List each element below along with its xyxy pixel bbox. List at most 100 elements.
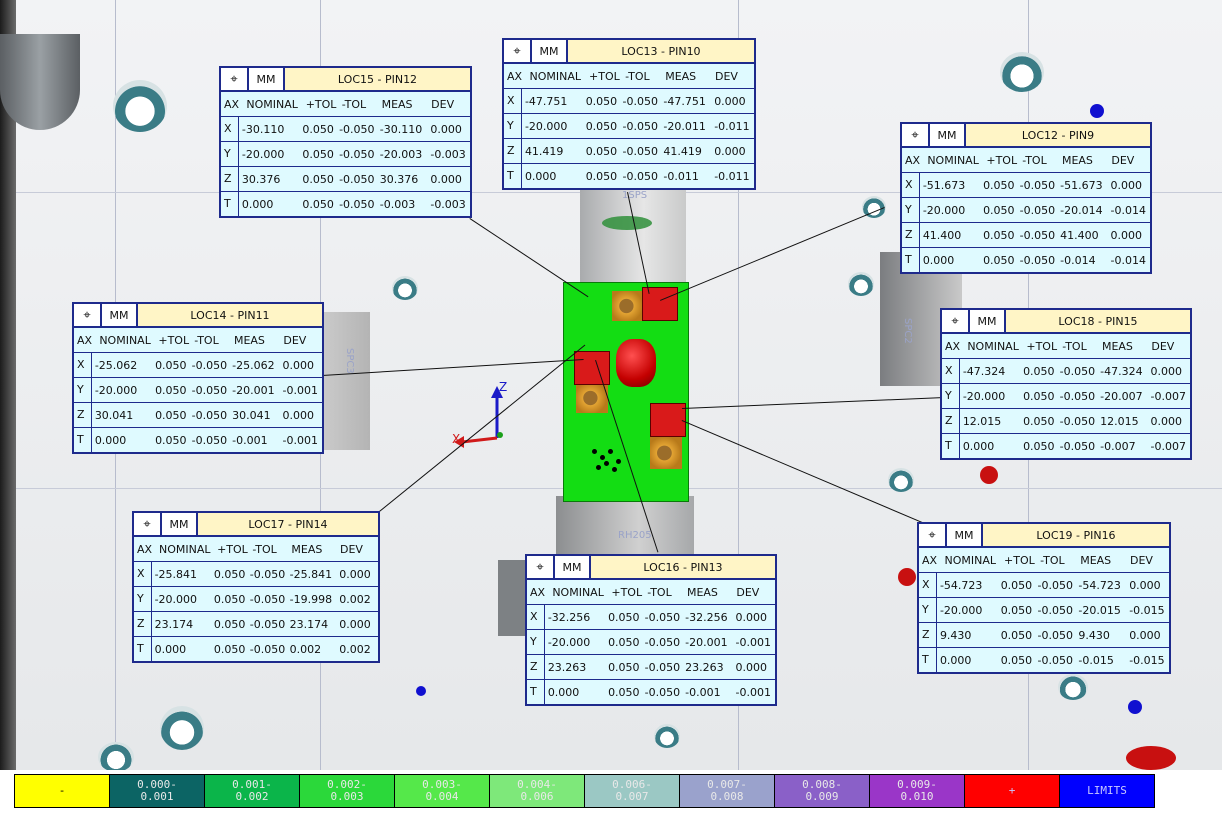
table-cell: 12.015 (1100, 414, 1139, 428)
table-cell: -0.050 (1019, 203, 1056, 217)
measure-point (416, 686, 426, 696)
column-header: DEV (431, 97, 455, 111)
table-cell: -0.050 (622, 169, 659, 183)
table-cell: -20.000 (94, 383, 138, 397)
table-cell: 0.050 (983, 203, 1015, 217)
table-cell: 9.430 (1078, 628, 1110, 642)
table-cell: -20.001 (232, 383, 275, 397)
table-cell: -0.014 (1110, 203, 1146, 217)
table-cell: 0.050 (155, 433, 187, 447)
table-cell: T (134, 637, 152, 661)
table-cell: -0.001 (282, 433, 318, 447)
position-tolerance-icon: ⌖ (919, 524, 947, 546)
table-cell: 0.000 (714, 94, 746, 108)
table-row: Z 30.376 0.050 -0.050 30.376 0.000 (221, 167, 470, 192)
callout-loc19-pin16[interactable]: ⌖ MM LOC19 - PIN16 AX NOMINAL +TOL -TOL MEAS DEV… (917, 522, 1171, 674)
table-cell: 0.000 (282, 408, 315, 422)
callout-header: ⌖ MM LOC18 - PIN15 (942, 310, 1190, 334)
position-tolerance-icon: ⌖ (504, 40, 532, 62)
table-row: T 0.000 0.050 -0.050 -0.001 -0.001 (74, 428, 322, 452)
table-cell: Z (527, 655, 545, 679)
table-cell: 23.263 (685, 660, 724, 674)
table-cell: -32.256 (685, 610, 728, 624)
column-header: -TOL (252, 542, 277, 556)
table-cell: X (504, 89, 522, 113)
table-row: Z 12.015 0.050 -0.050 12.015 0.000 (942, 409, 1190, 434)
table-cell: 0.050 (608, 660, 640, 674)
table-cell: -0.007 (1100, 439, 1136, 453)
table-cell: T (942, 434, 960, 458)
column-header: MEAS (665, 69, 697, 83)
table-cell: -0.050 (644, 635, 681, 649)
table-cell: -0.050 (1019, 253, 1056, 267)
column-header-row: AX NOMINAL +TOL -TOL MEAS DEV (527, 580, 775, 605)
table-row: T 0.000 0.050 -0.050 -0.007 -0.007 (942, 434, 1190, 458)
table-cell: -51.673 (922, 178, 966, 192)
callout-loc14-pin11[interactable]: ⌖ MM LOC14 - PIN11 AX NOMINAL +TOL -TOL MEAS DEV… (72, 302, 324, 454)
measure-point (898, 568, 916, 586)
callout-loc12-pin9[interactable]: ⌖ MM LOC12 - PIN9 AX NOMINAL +TOL -TOL MEAS DEV X… (900, 122, 1152, 274)
table-cell: -0.050 (339, 147, 375, 161)
table-row: X -25.062 0.050 -0.050 -25.062 0.000 (74, 353, 322, 378)
table-cell: -20.003 (379, 147, 423, 161)
table-cell: 41.400 (1060, 228, 1099, 242)
callout-header: ⌖ MM LOC15 - PIN12 (221, 68, 470, 92)
table-cell: -20.001 (685, 635, 728, 649)
table-row: X -47.751 0.050 -0.050 -47.751 0.000 (504, 89, 754, 114)
table-cell: 0.050 (585, 144, 618, 158)
table-cell: 0.050 (213, 567, 246, 581)
column-header: DEV (1151, 339, 1175, 353)
table-cell: -20.011 (663, 119, 706, 133)
table-cell: Z (504, 139, 522, 163)
table-cell: 0.050 (585, 169, 618, 183)
callout-title: LOC17 - PIN14 (198, 513, 378, 535)
table-cell: -20.000 (939, 603, 983, 617)
callout-loc15-pin12[interactable]: ⌖ MM LOC15 - PIN12 AX NOMINAL +TOL -TOL MEAS DEV… (219, 66, 472, 218)
axis-triad (454, 386, 503, 448)
column-header: AX (945, 339, 961, 353)
column-header-row: AX NOMINAL +TOL -TOL MEAS DEV (504, 64, 754, 89)
callout-loc17-pin14[interactable]: ⌖ MM LOC17 - PIN14 AX NOMINAL +TOL -TOL MEAS DEV… (132, 511, 380, 663)
callout-loc18-pin15[interactable]: ⌖ MM LOC18 - PIN15 AX NOMINAL +TOL -TOL MEAS DEV… (940, 308, 1192, 460)
units-label: MM (249, 68, 285, 90)
legend-cell: 0.001- 0.002 (205, 775, 300, 807)
green-workpiece[interactable] (563, 282, 689, 502)
callout-loc13-pin10[interactable]: ⌖ MM LOC13 - PIN10 AX NOMINAL +TOL -TOL MEAS DEV… (502, 38, 756, 190)
table-row: T 0.000 0.050 -0.050 0.002 0.002 (134, 637, 378, 661)
block-label: SPC3 (344, 348, 355, 374)
table-cell: 0.050 (1000, 603, 1033, 617)
legend-cell: 0.009- 0.010 (870, 775, 965, 807)
table-cell: T (902, 248, 920, 272)
table-cell: -0.050 (1059, 439, 1096, 453)
table-cell: X (221, 117, 239, 141)
plate-hole (888, 468, 914, 492)
table-cell: -20.000 (922, 203, 966, 217)
legend-cell: 0.000- 0.001 (110, 775, 205, 807)
column-header: +TOL (986, 153, 1018, 167)
table-cell: 0.050 (302, 147, 334, 161)
table-cell: -0.001 (735, 685, 771, 699)
table-cell: -0.003 (379, 197, 416, 211)
block-label: SPC2 (902, 318, 913, 344)
table-cell: 0.000 (962, 439, 995, 453)
table-cell: 30.041 (232, 408, 271, 422)
table-row: Y -20.000 0.050 -0.050 -20.001 -0.001 (527, 630, 775, 655)
table-cell: Y (942, 384, 960, 408)
legend-cell: - (15, 775, 110, 807)
callout-loc16-pin13[interactable]: ⌖ MM LOC16 - PIN13 AX NOMINAL +TOL -TOL MEAS DEV… (525, 554, 777, 706)
callout-header: ⌖ MM LOC17 - PIN14 (134, 513, 378, 537)
legend-cell: 0.002- 0.003 (300, 775, 395, 807)
position-tolerance-icon: ⌖ (527, 556, 555, 578)
column-header: DEV (1130, 553, 1153, 567)
column-header: -TOL (194, 333, 219, 347)
column-header: DEV (283, 333, 307, 347)
column-header: -TOL (1022, 153, 1047, 167)
table-cell: -0.050 (644, 685, 681, 699)
units-label: MM (555, 556, 591, 578)
table-cell: -0.050 (622, 119, 659, 133)
table-cell: -20.014 (1060, 203, 1103, 217)
table-cell: 0.050 (608, 610, 640, 624)
table-row: T 0.000 0.050 -0.050 -0.015 -0.015 (919, 648, 1169, 672)
table-cell: -0.001 (685, 685, 721, 699)
table-cell: -20.000 (962, 389, 1006, 403)
